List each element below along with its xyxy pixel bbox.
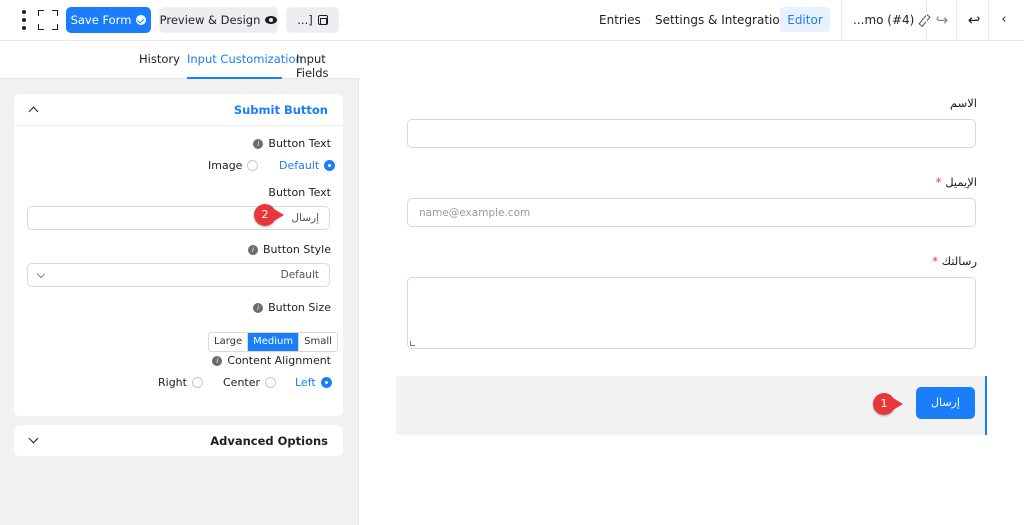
tab-input-customization[interactable]: Input Customization xyxy=(187,52,303,66)
radio-icon[interactable] xyxy=(265,377,277,388)
button-size-label: i Button Size xyxy=(253,301,331,314)
annotation-arrow xyxy=(893,398,903,410)
message-textarea[interactable] xyxy=(407,277,976,349)
settings-sidebar: History Input Customization Input Fields… xyxy=(0,41,359,525)
button-text-label: Button Text xyxy=(268,186,331,199)
radio-align-center[interactable]: Center xyxy=(223,376,277,389)
radio-left-label: Left xyxy=(295,376,316,389)
preview-design-button[interactable]: Preview & Design xyxy=(159,7,278,33)
button-text-value: إرسال xyxy=(291,212,319,224)
email-input[interactable]: name@example.com xyxy=(407,198,976,227)
name-input[interactable] xyxy=(407,119,976,148)
nav-settings-integrations[interactable]: Settings & Integrations xyxy=(655,11,794,29)
submit-button[interactable]: إرسال xyxy=(916,387,975,419)
radio-align-right[interactable]: Right xyxy=(158,376,203,389)
divider xyxy=(14,125,343,126)
required-mark: * xyxy=(932,254,938,268)
resize-handle-icon[interactable] xyxy=(410,341,415,346)
tab-input-fields[interactable]: Input Fields xyxy=(296,52,359,80)
preview-design-label: Preview & Design xyxy=(159,13,261,27)
more-menu-icon[interactable] xyxy=(18,10,30,30)
email-field-label-text: الإيميل xyxy=(945,175,977,189)
button-style-select[interactable]: Default xyxy=(27,263,330,287)
email-field-label: * الإيميل xyxy=(936,175,977,189)
top-toolbar: Save Form Preview & Design ...] Entries … xyxy=(0,0,1024,41)
email-placeholder: name@example.com xyxy=(419,207,531,219)
annotation-badge-1: 1 xyxy=(873,393,895,415)
radio-icon[interactable] xyxy=(247,160,259,171)
chevron-left-icon[interactable]: ‹ xyxy=(996,11,1012,29)
content-alignment-label: i Content Alignment xyxy=(212,354,331,367)
size-small[interactable]: Small xyxy=(299,333,337,351)
active-tab-indicator xyxy=(187,77,282,79)
button-text-input[interactable]: إرسال xyxy=(27,206,330,230)
size-medium[interactable]: Medium xyxy=(248,333,300,351)
help-icon[interactable]: i xyxy=(253,138,264,149)
radio-checked-icon[interactable] xyxy=(320,377,332,388)
button-text-label-text: Button Text xyxy=(268,186,331,199)
shortcode-copy-button[interactable]: ...] xyxy=(286,7,339,33)
help-icon[interactable]: i xyxy=(212,355,223,366)
radio-right-label: Right xyxy=(158,376,187,389)
divider xyxy=(926,0,927,40)
radio-image[interactable]: Image xyxy=(208,159,259,172)
message-field-label: * رسالتك xyxy=(932,254,977,268)
submit-button-section-title[interactable]: Submit Button xyxy=(234,103,328,117)
radio-checked-icon[interactable] xyxy=(324,160,336,171)
annotation-arrow xyxy=(274,209,284,221)
help-icon[interactable]: i xyxy=(253,302,264,313)
chevron-up-icon[interactable] xyxy=(28,106,39,117)
eye-icon xyxy=(265,16,278,24)
button-style-label-text: Button Style xyxy=(263,243,331,256)
divider xyxy=(956,0,957,40)
message-field-label-text: رسالتك xyxy=(941,254,977,268)
name-field-label: الاسم xyxy=(949,96,977,110)
chevron-down-icon xyxy=(36,269,46,279)
chevron-down-icon[interactable] xyxy=(28,433,39,444)
undo-icon[interactable]: ↩ xyxy=(966,11,982,29)
divider xyxy=(841,0,842,40)
annotation-badge-2: 2 xyxy=(254,204,276,226)
button-size-segmented: Large Medium Small xyxy=(208,332,338,352)
submit-button-panel: Submit Button i Button Text Image Defaul… xyxy=(14,94,343,416)
form-title-text: ...mo (#4) xyxy=(853,13,915,27)
copy-icon xyxy=(317,15,328,25)
radio-image-label: Image xyxy=(208,159,243,172)
radio-default[interactable]: Default xyxy=(279,159,336,172)
content-alignment-label-text: Content Alignment xyxy=(227,354,331,367)
check-circle-icon xyxy=(136,15,147,25)
radio-default-label: Default xyxy=(279,159,320,172)
size-large[interactable]: Large xyxy=(209,333,249,351)
nav-editor[interactable]: Editor xyxy=(780,7,830,32)
button-style-label: i Button Style xyxy=(248,243,331,256)
shortcode-label: ...] xyxy=(297,13,313,27)
button-text-type-label-text: Button Text xyxy=(268,137,331,150)
tab-history[interactable]: History xyxy=(139,52,180,66)
radio-icon[interactable] xyxy=(191,377,203,388)
fullscreen-icon[interactable] xyxy=(38,10,58,30)
save-form-label: Save Form xyxy=(70,13,132,27)
divider xyxy=(988,0,989,40)
button-style-value: Default xyxy=(280,269,319,281)
radio-align-left[interactable]: Left xyxy=(295,376,332,389)
radio-center-label: Center xyxy=(223,376,261,389)
redo-icon[interactable]: ↪ xyxy=(934,11,950,29)
nav-entries[interactable]: Entries xyxy=(599,11,641,29)
help-icon[interactable]: i xyxy=(248,244,259,255)
advanced-options-title[interactable]: Advanced Options xyxy=(210,434,328,448)
form-title[interactable]: ...mo (#4) xyxy=(853,11,928,29)
button-size-label-text: Button Size xyxy=(268,301,331,314)
advanced-options-panel[interactable]: Advanced Options xyxy=(14,425,343,456)
button-text-type-label: i Button Text xyxy=(253,137,331,150)
save-form-button[interactable]: Save Form xyxy=(66,7,151,33)
sidebar-tabs: History Input Customization Input Fields xyxy=(0,41,359,80)
required-mark: * xyxy=(935,175,942,189)
